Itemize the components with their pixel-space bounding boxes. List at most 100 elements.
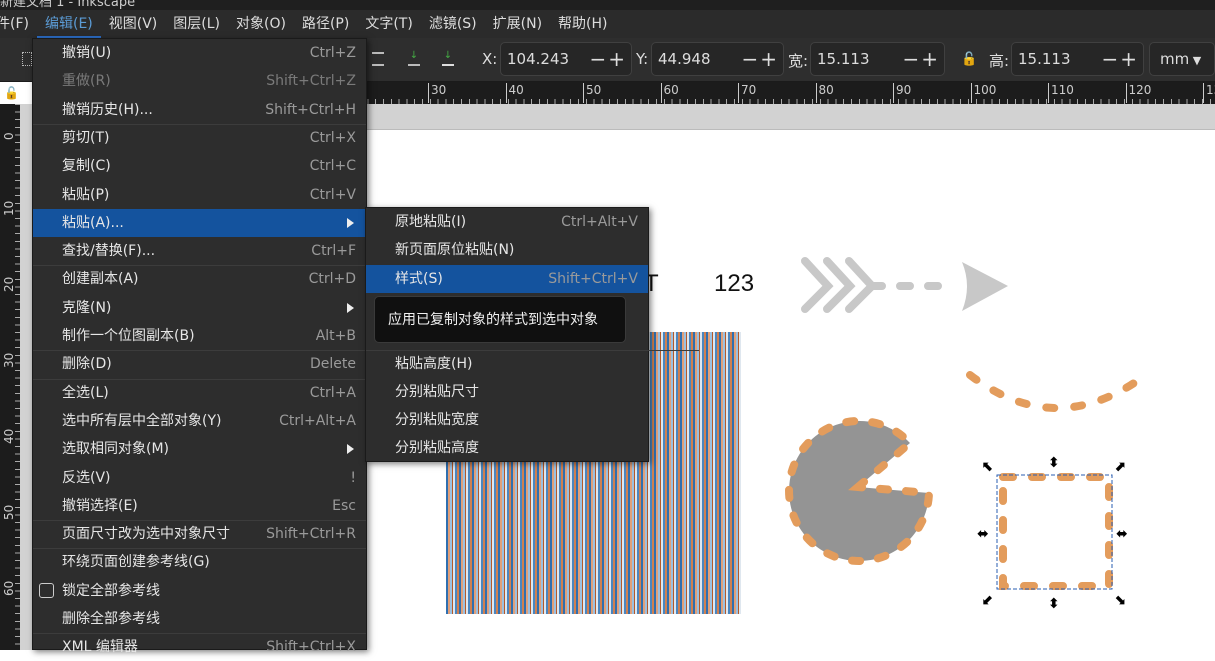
menu-item[interactable]: 重做(R) Shift+Ctrl+Z (33, 67, 366, 95)
menu-item-label: 克隆(N) (62, 299, 112, 316)
menu-item-shortcut: Shift+Ctrl+R (266, 526, 356, 543)
menu-separator (33, 123, 366, 125)
menu-item-shortcut: Ctrl+A (309, 384, 356, 401)
menu-item-label: 制作一个位图副本(B) (62, 328, 195, 344)
menu-item[interactable]: 撤销(U) Ctrl+Z (33, 39, 366, 67)
menu-separator (366, 349, 699, 351)
menu-item-label: 撤销(U) (62, 45, 112, 61)
menu-item[interactable]: 创建副本(A) Ctrl+D (33, 265, 366, 293)
menu-item-label: 撤销选择(E) (62, 497, 138, 514)
menu-item-shortcut: Shift+Ctrl+Z (266, 73, 356, 90)
menu-item-label: 页面尺寸改为选中对象尺寸 (62, 526, 230, 543)
menu-item[interactable]: 制作一个位图副本(B) Alt+B (33, 322, 366, 350)
svg-text:⬈: ⬈ (1114, 459, 1126, 475)
menu-item[interactable]: 样式(S) Shift+Ctrl+V (366, 264, 648, 293)
svg-text:⬊: ⬊ (1114, 592, 1126, 608)
menu-item-shortcut: Shift+Ctrl+X (266, 639, 356, 656)
menu-item-shortcut: Shift+Ctrl+V (548, 270, 638, 287)
submenu-arrow-icon (347, 217, 354, 228)
menu-item[interactable]: 选中所有层中全部对象(Y) Ctrl+Alt+A (33, 407, 366, 435)
menu-item[interactable]: 撤销历史(H)... Shift+Ctrl+H (33, 96, 366, 124)
menu-item-label: 锁定全部参考线 (62, 582, 160, 599)
svg-text:⬉: ⬉ (982, 459, 994, 475)
menu-item-label: 创建副本(A) (62, 271, 139, 288)
menu-item-label: 粘贴高度(H) (395, 355, 473, 372)
menu-item-label: 复制(C) (62, 158, 111, 175)
menu-item[interactable]: 撤销选择(E) Esc (33, 492, 366, 520)
menu-item-shortcut: Ctrl+F (311, 243, 356, 260)
menu-separator (33, 378, 366, 380)
menu-item[interactable]: 查找/替换(F)... Ctrl+F (33, 237, 366, 265)
submenu-arrow-icon (347, 444, 354, 455)
menu-item-shortcut: Ctrl+Z (309, 45, 356, 61)
menu-item-shortcut: Ctrl+C (309, 158, 356, 175)
menu-item-shortcut: Shift+Ctrl+H (265, 101, 356, 118)
menu-item-label: 选中所有层中全部对象(Y) (62, 412, 222, 429)
menu-item-label: 查找/替换(F)... (62, 243, 156, 260)
menu-item[interactable]: 克隆(N) (33, 294, 366, 322)
svg-text:⬍: ⬍ (1048, 596, 1060, 612)
menu-separator (33, 265, 366, 267)
menu-item[interactable]: 锁定全部参考线 (33, 577, 366, 605)
arrow-shape[interactable] (801, 257, 1008, 313)
menu-item[interactable]: 删除(D) Delete (33, 350, 366, 378)
menu-item-label: 全选(L) (62, 384, 109, 401)
menu-item[interactable]: 新页面原位粘贴(N) (366, 236, 648, 264)
svg-text:⬌: ⬌ (1116, 526, 1128, 542)
svg-text:⬌: ⬌ (977, 526, 989, 542)
menu-item-shortcut: Ctrl+V (309, 186, 356, 203)
edit-menu: 撤销(U) Ctrl+Z 重做(R) Shift+Ctrl+Z 撤销历史(H)... Sh… (32, 38, 367, 655)
selection-bbox (996, 474, 1113, 590)
dashed-arc[interactable] (966, 371, 1147, 412)
menu-item-label: 环绕页面创建参考线(G) (62, 554, 210, 571)
menu-item-label: 撤销历史(H)... (62, 101, 153, 118)
menu-item-shortcut: Alt+B (315, 328, 356, 344)
menu-item-label: 删除(D) (62, 356, 112, 373)
menu-item-label: 剪切(T) (62, 129, 110, 146)
menu-item[interactable]: 复制(C) Ctrl+C (33, 152, 366, 180)
menu-item[interactable]: XML 编辑器 Shift+Ctrl+X (33, 633, 366, 661)
menu-item-label: 反选(V) (62, 469, 111, 486)
pie-shape[interactable] (785, 417, 934, 565)
menu-item[interactable]: 原地粘贴(I) Ctrl+Alt+V (366, 208, 648, 236)
menu-item[interactable]: 分别粘贴高度 (366, 434, 648, 462)
menu-item-label: 粘贴(P) (62, 186, 110, 203)
menu-item[interactable]: 分别粘贴宽度 (366, 406, 648, 434)
submenu-arrow-icon (347, 302, 354, 313)
menu-item-label: 重做(R) (62, 73, 111, 90)
menu-item[interactable]: 反选(V)! (33, 464, 366, 492)
menu-separator (33, 633, 366, 635)
menu-item-label: 删除全部参考线 (62, 611, 160, 627)
menu-item-shortcut: Ctrl+Alt+V (561, 214, 638, 230)
menu-item-shortcut: Ctrl+Alt+A (279, 412, 356, 429)
menu-item-shortcut: Ctrl+D (308, 271, 356, 288)
menu-item-label: 分别粘贴高度 (395, 440, 479, 457)
menu-item[interactable]: 分别粘贴尺寸 (366, 378, 648, 406)
menu-item-shortcut: Ctrl+X (309, 129, 356, 146)
menu-item-label: 原地粘贴(I) (395, 214, 467, 230)
tooltip: 应用已复制对象的样式到选中对象 (374, 296, 626, 343)
menu-item[interactable]: 剪切(T) Ctrl+X (33, 124, 366, 152)
menu-item-shortcut: ! (350, 469, 356, 486)
menu-item[interactable]: 粘贴(P) Ctrl+V (33, 181, 366, 209)
menu-item[interactable]: 选取相同对象(M) (33, 435, 366, 463)
menu-item[interactable]: 环绕页面创建参考线(G) (33, 548, 366, 576)
menu-separator (33, 520, 366, 522)
svg-text:⬍: ⬍ (1048, 455, 1060, 471)
menu-separator (33, 548, 366, 550)
menu-item-label: 新页面原位粘贴(N) (395, 242, 515, 259)
menu-item-label: 选取相同对象(M) (62, 441, 170, 458)
menu-item-label: 样式(S) (395, 270, 443, 287)
checkbox[interactable] (39, 582, 54, 598)
menu-item-label: 分别粘贴宽度 (395, 412, 479, 429)
menu-item-label: 分别粘贴尺寸 (395, 383, 479, 400)
svg-text:⬋: ⬋ (982, 592, 994, 608)
menu-item[interactable]: 删除全部参考线 (33, 605, 366, 633)
menu-item[interactable]: 页面尺寸改为选中对象尺寸 Shift+Ctrl+R (33, 520, 366, 548)
menu-item-label: 粘贴(A)... (62, 214, 124, 231)
menu-item-label: XML 编辑器 (62, 639, 138, 656)
menu-item[interactable]: 全选(L) Ctrl+A (33, 379, 366, 407)
selected-dashed-square[interactable] (999, 473, 1113, 590)
menu-item[interactable]: 粘贴高度(H) (366, 350, 648, 378)
menu-item[interactable]: 粘贴(A)... (33, 208, 366, 237)
